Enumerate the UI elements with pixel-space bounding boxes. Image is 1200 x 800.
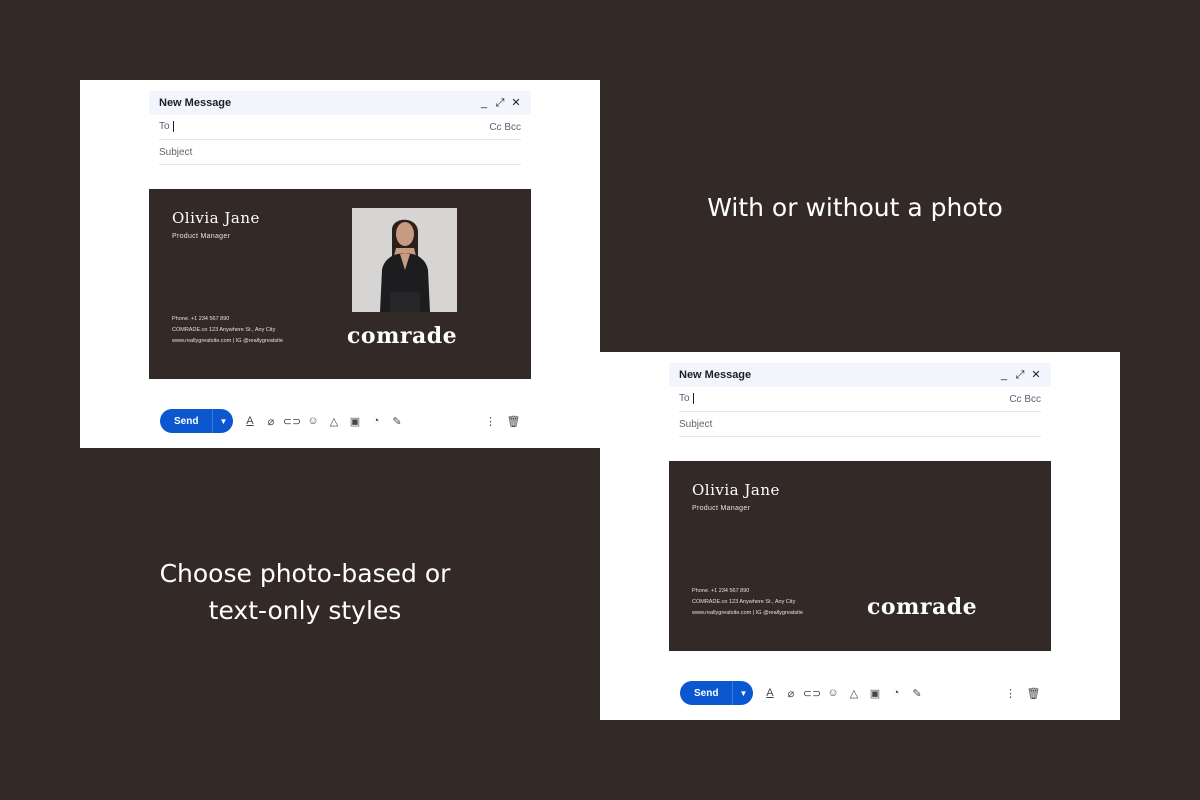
- compose-window: New Message _ ⤢ ✕ To Cc Bcc Subject: [149, 91, 531, 165]
- pen-icon[interactable]: ✎: [390, 415, 403, 428]
- cc-bcc-link[interactable]: Cc Bcc: [1009, 394, 1041, 405]
- expand-icon[interactable]: ⤢: [495, 97, 505, 109]
- caption-choose-line2: text-only styles: [208, 596, 402, 625]
- compose-header: New Message _ ⤢ ✕: [149, 91, 531, 115]
- drive-icon[interactable]: △: [327, 415, 340, 428]
- subject-field[interactable]: Subject: [159, 140, 521, 165]
- lock-clock-icon[interactable]: ◔: [889, 687, 902, 700]
- to-label: To: [679, 393, 690, 405]
- image-icon[interactable]: ▣: [868, 687, 881, 700]
- signature-phone: Phone. +1 234 567 890: [172, 316, 230, 322]
- text-caret: [172, 121, 174, 133]
- more-icon[interactable]: ⋮: [484, 415, 497, 428]
- signature-role: Product Manager: [172, 233, 231, 240]
- compose-header: New Message _ ⤢ ✕: [669, 363, 1051, 387]
- trash-icon[interactable]: 🗑: [1027, 687, 1041, 700]
- format-text-icon[interactable]: A: [763, 687, 776, 700]
- lock-clock-icon[interactable]: ◔: [369, 415, 382, 428]
- attach-icon[interactable]: ⌀: [784, 687, 797, 700]
- profile-photo: [352, 208, 457, 312]
- signature-address: COMRADE.co 123 Anywhere St., Any City: [172, 327, 276, 333]
- to-field[interactable]: To Cc Bcc: [679, 387, 1041, 412]
- send-options-icon[interactable]: ▼: [213, 409, 233, 433]
- to-field[interactable]: To Cc Bcc: [159, 115, 521, 140]
- send-label: Send: [160, 409, 214, 433]
- signature-name: Olivia Jane: [692, 481, 780, 499]
- compose-window: New Message _ ⤢ ✕ To Cc Bcc Subject: [669, 363, 1051, 437]
- send-label: Send: [680, 681, 734, 705]
- image-icon[interactable]: ▣: [348, 415, 361, 428]
- send-button[interactable]: Send ▼: [160, 409, 234, 433]
- subject-label: Subject: [159, 146, 193, 158]
- expand-icon[interactable]: ⤢: [1015, 369, 1025, 381]
- subject-field[interactable]: Subject: [679, 412, 1041, 437]
- brand-logo: comrade: [867, 594, 978, 620]
- caption-choose-styles: Choose photo-based or text-only styles: [140, 555, 470, 629]
- caption-choose-line1: Choose photo-based or: [159, 559, 451, 588]
- signature-name: Olivia Jane: [172, 209, 260, 227]
- signature-contact: Phone. +1 234 567 890 COMRADE.co 123 Any…: [692, 586, 803, 619]
- pen-icon[interactable]: ✎: [910, 687, 923, 700]
- subject-label: Subject: [679, 418, 713, 430]
- cc-bcc-link[interactable]: Cc Bcc: [489, 122, 521, 133]
- email-signature: Olivia Jane Product Manager Phone. +1 23…: [669, 461, 1051, 651]
- compose-title: New Message: [679, 369, 752, 381]
- emoji-icon[interactable]: ☺: [306, 415, 319, 428]
- caption-with-or-without-photo: With or without a photo: [707, 193, 1003, 222]
- email-preview-text-only: New Message _ ⤢ ✕ To Cc Bcc Subject Oliv…: [600, 352, 1120, 720]
- close-icon[interactable]: ✕: [511, 97, 521, 109]
- compose-toolbar: Send ▼ A ⌀ ⊂⊃ ☺ △ ▣ ◔ ✎ ⋮ 🗑: [680, 681, 1040, 705]
- compose-title: New Message: [159, 97, 232, 109]
- brand-logo: comrade: [347, 323, 458, 349]
- to-label: To: [159, 121, 170, 133]
- close-icon[interactable]: ✕: [1031, 369, 1041, 381]
- signature-address: COMRADE.co 123 Anywhere St., Any City: [692, 599, 796, 605]
- drive-icon[interactable]: △: [847, 687, 860, 700]
- signature-web: www.reallygreatsite.com | IG @reallygrea…: [172, 338, 283, 344]
- email-signature: Olivia Jane Product Manager Phone. +1 23…: [149, 189, 531, 379]
- attach-icon[interactable]: ⌀: [264, 415, 277, 428]
- send-button[interactable]: Send ▼: [680, 681, 754, 705]
- email-preview-with-photo: New Message _ ⤢ ✕ To Cc Bcc Subject Oliv…: [80, 80, 600, 448]
- signature-phone: Phone. +1 234 567 890: [692, 588, 750, 594]
- more-icon[interactable]: ⋮: [1004, 687, 1017, 700]
- signature-contact: Phone. +1 234 567 890 COMRADE.co 123 Any…: [172, 314, 283, 347]
- minimize-icon[interactable]: _: [999, 369, 1009, 381]
- send-options-icon[interactable]: ▼: [733, 681, 753, 705]
- link-icon[interactable]: ⊂⊃: [283, 415, 301, 428]
- minimize-icon[interactable]: _: [479, 97, 489, 109]
- compose-toolbar: Send ▼ A ⌀ ⊂⊃ ☺ △ ▣ ◔ ✎ ⋮ 🗑: [160, 409, 520, 433]
- trash-icon[interactable]: 🗑: [507, 415, 521, 428]
- format-text-icon[interactable]: A: [243, 415, 256, 428]
- signature-web: www.reallygreatsite.com | IG @reallygrea…: [692, 610, 803, 616]
- link-icon[interactable]: ⊂⊃: [803, 687, 821, 700]
- signature-role: Product Manager: [692, 505, 751, 512]
- emoji-icon[interactable]: ☺: [826, 687, 839, 700]
- text-caret: [692, 393, 694, 405]
